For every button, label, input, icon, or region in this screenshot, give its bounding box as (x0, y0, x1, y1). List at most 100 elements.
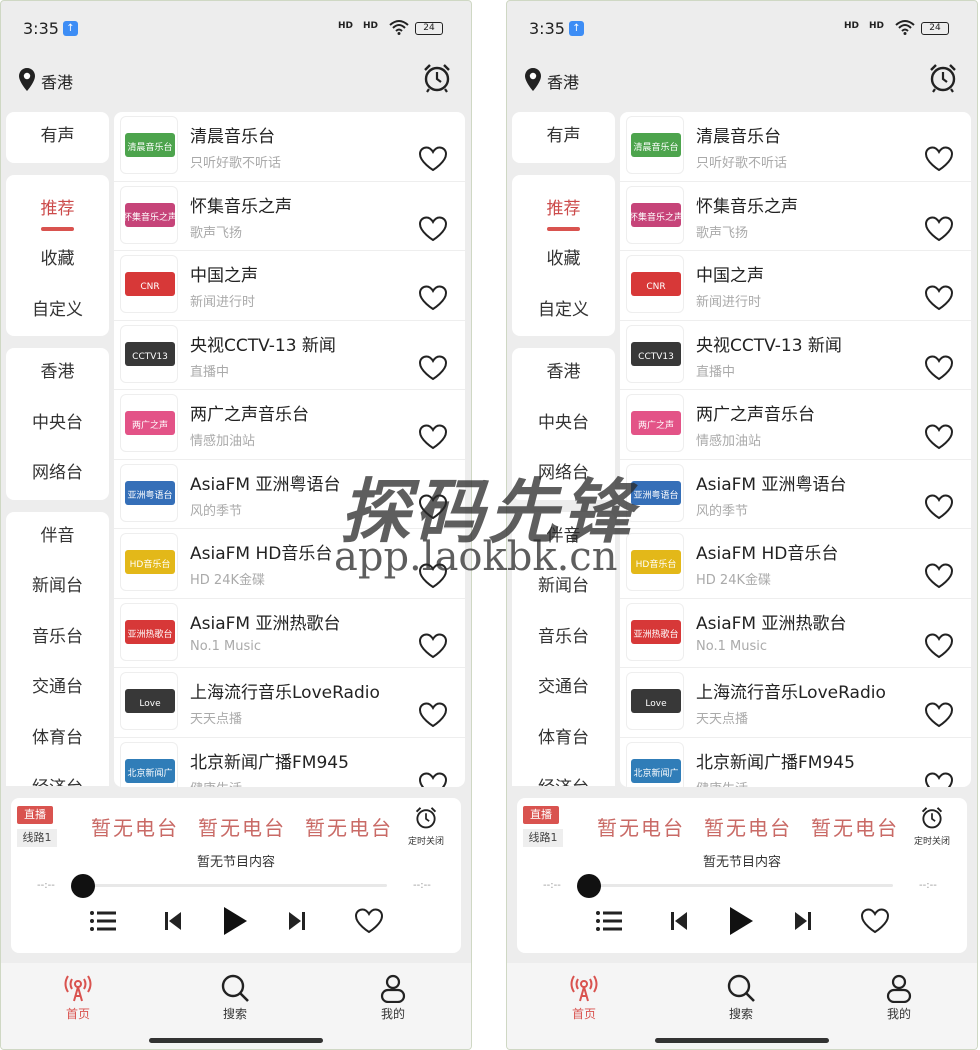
sidebar-item-companion[interactable]: 伴音 (6, 512, 109, 563)
alarm-clock-icon[interactable] (423, 63, 451, 93)
station-row[interactable]: 北京新闻广 北京新闻广播FM945 健康生活 (620, 738, 971, 788)
playlist-icon[interactable] (89, 906, 117, 936)
sleep-timer-button[interactable]: 定时关闭 (912, 806, 952, 847)
heart-icon[interactable] (924, 702, 954, 728)
play-icon[interactable] (221, 906, 249, 936)
heart-icon[interactable] (924, 146, 954, 172)
heart-icon[interactable] (418, 702, 448, 728)
heart-icon[interactable] (418, 285, 448, 311)
station-list[interactable]: 清晨音乐台 清晨音乐台 只听好歌不听话 怀集音乐之声 怀集音乐之声 歌声飞扬 CNR 中国之声… (620, 112, 971, 787)
sidebar-item-central[interactable]: 中央台 (512, 399, 615, 450)
heart-icon[interactable] (924, 563, 954, 589)
station-row[interactable]: CNR 中国之声 新闻进行时 (114, 251, 465, 321)
alarm-clock-icon[interactable] (929, 63, 957, 93)
sidebar-item-music[interactable]: 音乐台 (512, 613, 615, 664)
heart-icon[interactable] (418, 632, 448, 659)
sidebar-item-music[interactable]: 音乐台 (6, 613, 109, 664)
sidebar-item-companion[interactable]: 伴音 (512, 512, 615, 563)
station-row[interactable]: 怀集音乐之声 怀集音乐之声 歌声飞扬 (114, 182, 465, 251)
sidebar-item-recommend[interactable]: 推荐 (512, 185, 615, 236)
station-row[interactable]: 亚洲热歌台 AsiaFM 亚洲热歌台 No.1 Music (620, 599, 971, 668)
next-icon[interactable] (287, 906, 307, 936)
station-row[interactable]: 两广之声 两广之声音乐台 情感加油站 (114, 390, 465, 460)
tab-search[interactable]: 搜索 (711, 973, 771, 1022)
sidebar-item-news[interactable]: 新闻台 (512, 562, 615, 613)
station-row[interactable]: CCTV13 央视CCTV-13 新闻 直播中 (620, 321, 971, 390)
sidebar-item-economy[interactable]: 经济台 (512, 764, 615, 786)
heart-icon[interactable] (924, 354, 954, 381)
location-label[interactable]: 香港 (547, 69, 579, 93)
tab-search[interactable]: 搜索 (205, 973, 265, 1022)
sleep-timer-button[interactable]: 定时关闭 (406, 806, 446, 847)
station-row[interactable]: 亚洲粤语台 AsiaFM 亚洲粤语台 风的季节 (114, 460, 465, 529)
sidebar-item-central[interactable]: 中央台 (6, 399, 109, 450)
heart-icon[interactable] (354, 906, 384, 936)
station-row[interactable]: CNR 中国之声 新闻进行时 (620, 251, 971, 321)
sidebar-item-custom[interactable]: 自定义 (6, 286, 109, 337)
station-row[interactable]: CCTV13 央视CCTV-13 新闻 直播中 (114, 321, 465, 390)
sidebar-item-network[interactable]: 网络台 (512, 449, 615, 500)
tab-home[interactable]: 首页 (554, 973, 614, 1022)
progress-knob[interactable] (577, 874, 601, 898)
line-selector[interactable]: 线路1 (523, 829, 563, 847)
station-row[interactable]: 亚洲热歌台 AsiaFM 亚洲热歌台 No.1 Music (114, 599, 465, 668)
heart-icon[interactable] (418, 424, 448, 450)
next-icon[interactable] (793, 906, 813, 936)
sidebar-item-network[interactable]: 网络台 (6, 449, 109, 500)
sidebar-item-favorites[interactable]: 收藏 (6, 235, 109, 286)
sidebar-item-recommend[interactable]: 推荐 (6, 185, 109, 236)
station-row[interactable]: Love 上海流行音乐LoveRadio 天天点播 (620, 668, 971, 738)
heart-icon[interactable] (418, 493, 448, 520)
sidebar-item-audio[interactable]: 有声 (6, 112, 109, 163)
heart-icon[interactable] (924, 771, 954, 788)
tab-profile[interactable]: 我的 (869, 973, 929, 1022)
sidebar-item-sports[interactable]: 体育台 (6, 714, 109, 765)
previous-icon[interactable] (669, 906, 689, 936)
station-row[interactable]: 怀集音乐之声 怀集音乐之声 歌声飞扬 (620, 182, 971, 251)
station-row[interactable]: 亚洲粤语台 AsiaFM 亚洲粤语台 风的季节 (620, 460, 971, 529)
heart-icon[interactable] (924, 285, 954, 311)
station-list[interactable]: 清晨音乐台 清晨音乐台 只听好歌不听话 怀集音乐之声 怀集音乐之声 歌声飞扬 CNR 中国之声… (114, 112, 465, 787)
sidebar-item-audio[interactable]: 有声 (512, 112, 615, 163)
playlist-icon[interactable] (595, 906, 623, 936)
sidebar-item-hongkong[interactable]: 香港 (512, 348, 615, 399)
progress-track[interactable] (73, 884, 387, 887)
station-row[interactable]: 清晨音乐台 清晨音乐台 只听好歌不听话 (114, 112, 465, 182)
heart-icon[interactable] (860, 906, 890, 936)
station-row[interactable]: HD音乐台 AsiaFM HD音乐台 HD 24K金碟 (620, 529, 971, 599)
home-indicator (149, 1038, 323, 1043)
sidebar-item-traffic[interactable]: 交通台 (6, 663, 109, 714)
station-row[interactable]: 两广之声 两广之声音乐台 情感加油站 (620, 390, 971, 460)
station-row[interactable]: 北京新闻广 北京新闻广播FM945 健康生活 (114, 738, 465, 788)
sidebar-item-traffic[interactable]: 交通台 (512, 663, 615, 714)
location-pin-icon[interactable] (17, 67, 37, 93)
previous-icon[interactable] (163, 906, 183, 936)
sidebar-item-custom[interactable]: 自定义 (512, 286, 615, 337)
sidebar-item-economy[interactable]: 经济台 (6, 764, 109, 786)
line-selector[interactable]: 线路1 (17, 829, 57, 847)
heart-icon[interactable] (418, 354, 448, 381)
heart-icon[interactable] (924, 632, 954, 659)
sidebar-item-favorites[interactable]: 收藏 (512, 235, 615, 286)
station-row[interactable]: 清晨音乐台 清晨音乐台 只听好歌不听话 (620, 112, 971, 182)
station-row[interactable]: Love 上海流行音乐LoveRadio 天天点播 (114, 668, 465, 738)
progress-track[interactable] (579, 884, 893, 887)
play-icon[interactable] (727, 906, 755, 936)
heart-icon[interactable] (924, 215, 954, 242)
progress-knob[interactable] (71, 874, 95, 898)
heart-icon[interactable] (924, 424, 954, 450)
tab-home[interactable]: 首页 (48, 973, 108, 1022)
location-pin-icon[interactable] (523, 67, 543, 93)
station-row[interactable]: HD音乐台 AsiaFM HD音乐台 HD 24K金碟 (114, 529, 465, 599)
sidebar-item-news[interactable]: 新闻台 (6, 562, 109, 613)
location-label[interactable]: 香港 (41, 69, 73, 93)
heart-icon[interactable] (924, 493, 954, 520)
station-subtitle: 歌声飞扬 (190, 225, 243, 241)
heart-icon[interactable] (418, 215, 448, 242)
sidebar-item-sports[interactable]: 体育台 (512, 714, 615, 765)
heart-icon[interactable] (418, 563, 448, 589)
heart-icon[interactable] (418, 146, 448, 172)
tab-profile[interactable]: 我的 (363, 973, 423, 1022)
sidebar-item-hongkong[interactable]: 香港 (6, 348, 109, 399)
heart-icon[interactable] (418, 771, 448, 788)
